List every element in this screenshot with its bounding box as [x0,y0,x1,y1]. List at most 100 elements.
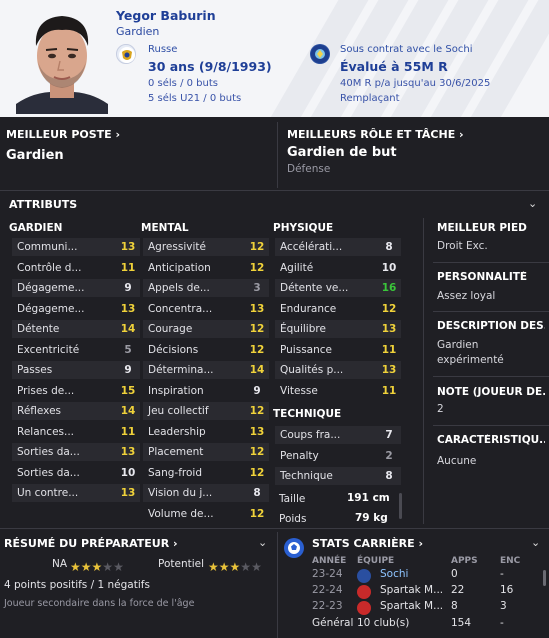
attribute-name: Puissance [280,343,332,356]
attribute-row[interactable]: Passes 9 [12,361,140,379]
attribute-row[interactable]: Volume de... 12 [143,505,269,523]
star-icon: ★ [113,560,124,574]
attribute-row[interactable]: Coups fra... 7 [275,426,401,444]
attribute-row[interactable]: Agressivité 12 [143,238,269,256]
attribute-row[interactable]: Communi... 13 [12,238,140,256]
technical-heading: TECHNIQUE [273,408,342,420]
attribute-row[interactable]: Concentra... 13 [143,300,269,318]
contract-club[interactable]: Sous contrat avec le Sochi [340,44,472,55]
current-ability-label: NA [52,558,68,570]
coach-report-heading[interactable]: RÉSUMÉ DU PRÉPARATEUR › [4,537,178,550]
col-apps[interactable]: APPS [451,556,478,566]
attribute-value: 11 [381,343,397,356]
club-badge-icon [357,585,371,599]
weight-value: 79 kg [355,512,388,524]
divider [433,311,549,312]
attribute-value: 15 [120,384,136,397]
attribute-value: 11 [120,425,136,438]
career-total-apps: 154 [451,617,472,629]
star-icon: ★ [91,560,103,574]
football-icon [284,538,304,558]
chevron-down-icon[interactable]: ⌄ [258,536,267,549]
nation-flag-icon[interactable] [116,44,136,64]
attribute-row[interactable]: Accélérati... 8 [275,238,401,256]
attribute-value: 8 [253,487,261,499]
attribute-row[interactable]: Sang-froid 12 [143,464,269,482]
attribute-row[interactable]: Technique 8 [275,467,401,485]
attribute-row[interactable]: Jeu collectif 12 [143,402,269,420]
career-team[interactable]: Spartak M... [380,584,444,596]
attribute-row[interactable]: Courage 12 [143,320,269,338]
club-badge-icon[interactable] [310,44,330,64]
goalkeeper-heading: GARDIEN [9,222,63,234]
career-apps: 22 [451,584,465,596]
player-role: Gardien [116,25,160,38]
attribute-row[interactable]: Dégageme... 9 [12,279,140,297]
attribute-row[interactable]: Décisions 12 [143,341,269,359]
club-badge-icon [357,569,371,583]
attribute-value: 13 [120,241,136,253]
attribute-row[interactable]: Relances... 11 [12,423,140,441]
attribute-row[interactable]: Détente ve... 16 [275,279,401,297]
attribute-name: Dégageme... [17,282,85,294]
squad-status: Remplaçant [340,93,400,104]
attribute-name: Anticipation [148,261,211,274]
attribute-row[interactable]: Agilité 10 [275,259,401,277]
col-team[interactable]: ÉQUIPE [357,556,394,566]
career-stats-heading[interactable]: STATS CARRIÈRE › [312,537,423,550]
best-role-value: Gardien de but [287,145,397,160]
attribute-row[interactable]: Vitesse 11 [275,382,401,400]
attribute-row[interactable]: Endurance 12 [275,300,401,318]
attribute-name: Agilité [280,261,314,274]
career-team[interactable]: Sochi [380,568,444,580]
attribute-value: 12 [249,343,265,356]
attribute-name: Leadership [148,425,206,438]
attribute-row[interactable]: Sorties da... 13 [12,443,140,461]
attribute-row[interactable]: Dégageme... 13 [12,300,140,318]
attribute-row[interactable]: Anticipation 12 [143,259,269,277]
traits-value: Aucune [437,455,477,467]
attribute-row[interactable]: Leadership 13 [143,423,269,441]
attribute-row[interactable]: Équilibre 13 [275,320,401,338]
attribute-value: 12 [249,405,265,417]
attribute-row[interactable]: Vision du j... 8 [143,484,269,502]
scrollbar[interactable] [399,493,402,519]
attribute-row[interactable]: Sorties da... 10 [12,464,140,482]
attribute-row[interactable]: Détermina... 14 [143,361,269,379]
player-wage: 40M R p/a jusqu'au 30/6/2025 [340,78,491,89]
potential-ability-stars: ★★★★★ [208,556,262,575]
player-name[interactable]: Yegor Baburin [116,8,216,23]
player-photo [16,6,108,114]
attribute-row[interactable]: Penalty 2 [275,447,401,465]
attribute-value: 11 [381,384,397,397]
attribute-row[interactable]: Excentricité 5 [12,341,140,359]
divider [433,262,549,263]
col-enc[interactable]: ENC [500,556,520,566]
best-position-heading[interactable]: MEILLEUR POSTE › [6,128,120,141]
chevron-down-icon[interactable]: ⌄ [531,536,540,549]
nationality[interactable]: Russe [148,44,177,55]
best-role-heading[interactable]: MEILLEURS RÔLE ET TÂCHE › [287,128,464,141]
attribute-row[interactable]: Placement 12 [143,443,269,461]
attribute-row[interactable]: Un contre... 13 [12,484,140,502]
star-icon: ★ [229,560,241,574]
attribute-row[interactable]: Prises de... 15 [12,382,140,400]
attribute-value: 8 [385,241,393,253]
attribute-row[interactable]: Appels de... 3 [143,279,269,297]
chevron-down-icon[interactable]: ⌄ [528,197,537,210]
coach-note: Joueur secondaire dans la force de l'âge [4,598,195,609]
attribute-row[interactable]: Contrôle d... 11 [12,259,140,277]
attribute-value: 13 [249,425,265,438]
career-team[interactable]: Spartak M... [380,600,444,612]
attribute-row[interactable]: Détente 14 [12,320,140,338]
attribute-row[interactable]: Inspiration 9 [143,382,269,400]
career-enc: - [500,568,504,580]
col-year[interactable]: ANNÉE [312,556,346,566]
scrollbar[interactable] [543,570,546,586]
attribute-name: Qualités p... [280,364,344,376]
attribute-row[interactable]: Réflexes 14 [12,402,140,420]
career-year: 23-24 [312,568,343,580]
attribute-row[interactable]: Puissance 11 [275,341,401,359]
divider [433,376,549,377]
attribute-row[interactable]: Qualités p... 13 [275,361,401,379]
